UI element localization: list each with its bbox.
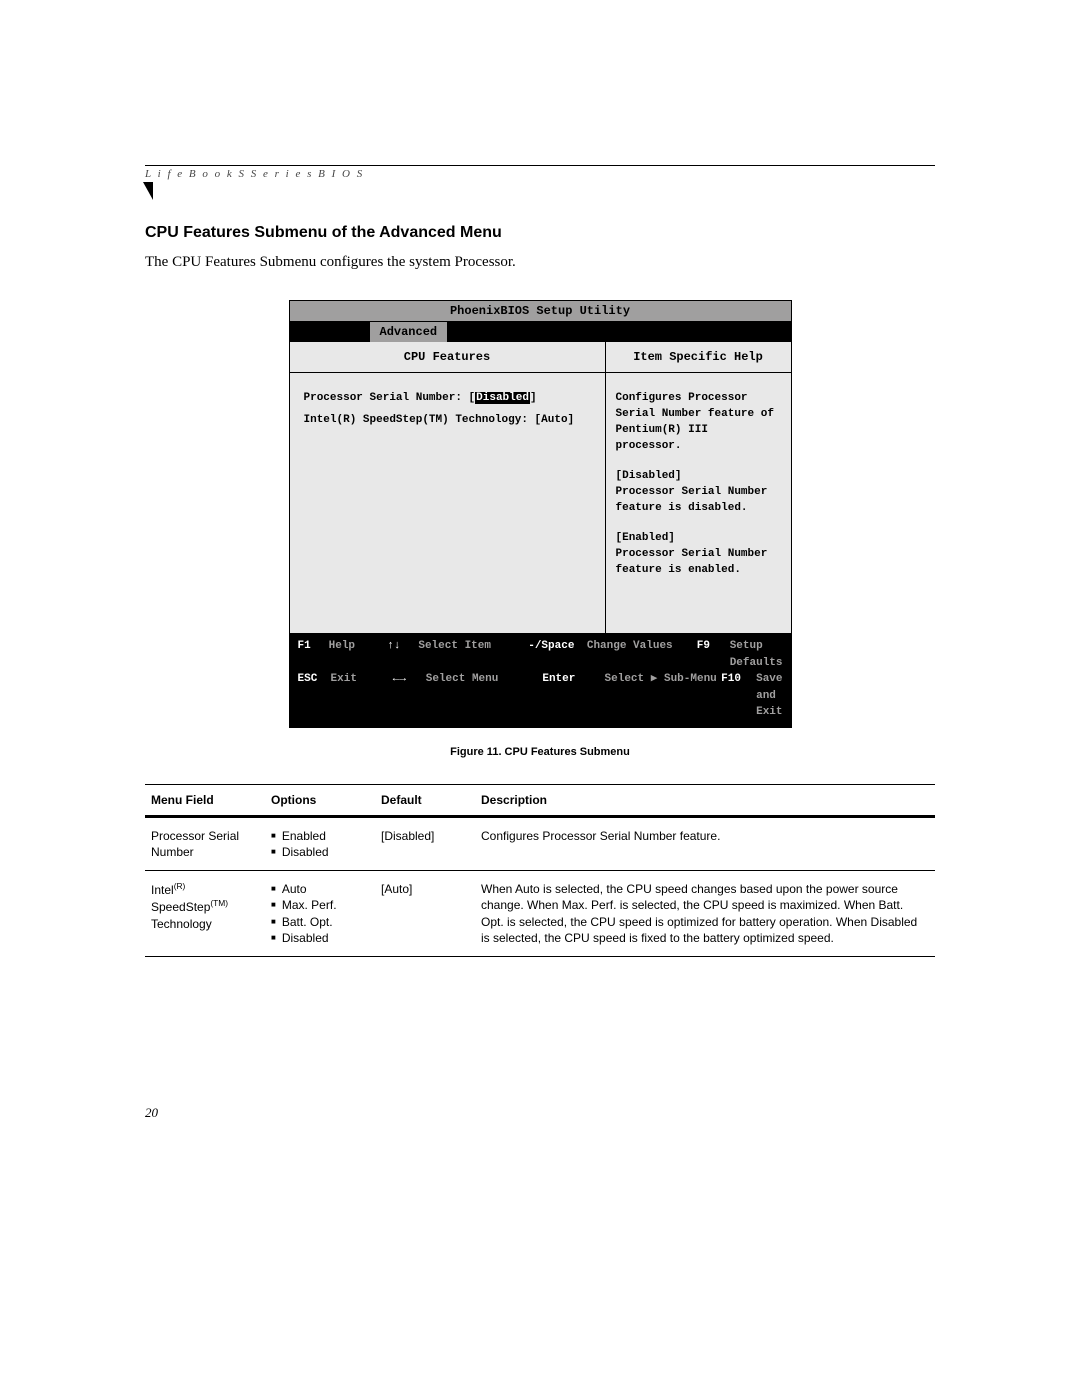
bios-label-selectitem: Select Item [418, 638, 528, 671]
bios-left-heading: CPU Features [290, 342, 605, 373]
list-item: Disabled [271, 930, 369, 946]
bios-field-speedstep-label: Intel(R) SpeedStep(TM) Technology: [304, 414, 528, 426]
bios-left-panel: CPU Features Processor Serial Number: [D… [290, 342, 606, 633]
bios-help-p3a: [Enabled] [616, 532, 675, 544]
table-row: Intel(R)SpeedStep(TM)Technology Auto Max… [145, 871, 935, 957]
cell-options: Enabled Disabled [265, 816, 375, 870]
bios-body: CPU Features Processor Serial Number: [D… [290, 342, 791, 634]
section-title: CPU Features Submenu of the Advanced Men… [145, 224, 935, 242]
bios-help-p2a: [Disabled] [616, 470, 682, 482]
bios-key-esc[interactable]: ESC [298, 671, 331, 721]
bios-field-speedstep[interactable]: Intel(R) SpeedStep(TM) Technology: [Auto… [304, 413, 599, 429]
bios-help-p2b: Processor Serial Number feature is disab… [616, 486, 768, 514]
thumb-tab-icon [143, 182, 153, 200]
bios-key-f1[interactable]: F1 [298, 638, 329, 671]
bios-label-selectmenu: Select Menu [426, 671, 543, 721]
list-item: Enabled [271, 828, 369, 844]
bios-key-updown[interactable]: ↑↓ [387, 638, 418, 671]
bios-footer-row-2: ESC Exit ←→ Select Menu Enter Select ▶ S… [298, 671, 783, 721]
bios-left-body: Processor Serial Number: [Disabled] Inte… [290, 373, 605, 633]
th-default: Default [375, 784, 475, 816]
description-table: Menu Field Options Default Description P… [145, 784, 935, 957]
table-header-row: Menu Field Options Default Description [145, 784, 935, 816]
cell-default: [Auto] [375, 871, 475, 957]
cell-field: Intel(R)SpeedStep(TM)Technology [145, 871, 265, 957]
bios-help-p1: Configures Processor Serial Number featu… [616, 391, 781, 455]
bios-key-f10[interactable]: F10 [721, 671, 756, 721]
table-row: Processor SerialNumber Enabled Disabled … [145, 816, 935, 870]
bios-window: PhoenixBIOS Setup Utility Advanced CPU F… [289, 300, 792, 728]
bios-help-panel: Item Specific Help Configures Processor … [606, 342, 791, 633]
bios-help-heading: Item Specific Help [606, 342, 791, 373]
th-description: Description [475, 784, 935, 816]
list-item: Disabled [271, 844, 369, 860]
bios-label-help: Help [329, 638, 388, 671]
cell-description: When Auto is selected, the CPU speed cha… [475, 871, 935, 957]
cell-options: Auto Max. Perf. Batt. Opt. Disabled [265, 871, 375, 957]
th-options: Options [265, 784, 375, 816]
bios-help-p3b: Processor Serial Number feature is enabl… [616, 548, 768, 576]
bios-menu-bar: Advanced [290, 322, 791, 342]
bios-help-p2: [Disabled] Processor Serial Number featu… [616, 469, 781, 517]
bios-field-psn-value: Disabled [475, 392, 530, 404]
bios-footer-row-1: F1 Help ↑↓ Select Item -/Space Change Va… [298, 638, 783, 671]
bios-label-selectsubmenu: Select ▶ Sub-Menu [605, 671, 722, 721]
bios-tab-spacer [290, 322, 370, 342]
bios-tab-advanced[interactable]: Advanced [370, 322, 448, 342]
bios-help-body: Configures Processor Serial Number featu… [606, 373, 791, 633]
figure-caption: Figure 11. CPU Features Submenu [145, 746, 935, 758]
page-content: L i f e B o o k S S e r i e s B I O S CP… [145, 165, 935, 957]
cell-default: [Disabled] [375, 816, 475, 870]
page-number: 20 [145, 1105, 158, 1121]
cell-field: Processor SerialNumber [145, 816, 265, 870]
bios-field-speedstep-value: [Auto] [535, 414, 575, 426]
bios-field-psn-label: Processor Serial Number: [304, 392, 462, 404]
list-item: Max. Perf. [271, 897, 369, 913]
running-head: L i f e B o o k S S e r i e s B I O S [145, 168, 935, 180]
list-item: Auto [271, 881, 369, 897]
bios-key-leftright[interactable]: ←→ [393, 671, 426, 721]
bios-label-exit: Exit [331, 671, 393, 721]
bios-help-p3: [Enabled] Processor Serial Number featur… [616, 531, 781, 579]
bios-key-f9[interactable]: F9 [697, 638, 730, 671]
header-rule [145, 165, 935, 166]
bios-key-enter[interactable]: Enter [542, 671, 604, 721]
bios-footer: F1 Help ↑↓ Select Item -/Space Change Va… [290, 634, 791, 727]
th-menu-field: Menu Field [145, 784, 265, 816]
bios-label-saveexit: Save and Exit [756, 671, 782, 721]
bios-label-setupdefaults: Setup Defaults [730, 638, 783, 671]
bios-field-psn[interactable]: Processor Serial Number: [Disabled] [304, 391, 599, 407]
bios-key-space[interactable]: -/Space [528, 638, 587, 671]
bios-label-changevalues: Change Values [587, 638, 697, 671]
cell-description: Configures Processor Serial Number featu… [475, 816, 935, 870]
list-item: Batt. Opt. [271, 914, 369, 930]
bios-title: PhoenixBIOS Setup Utility [290, 301, 791, 322]
section-intro: The CPU Features Submenu configures the … [145, 252, 535, 272]
